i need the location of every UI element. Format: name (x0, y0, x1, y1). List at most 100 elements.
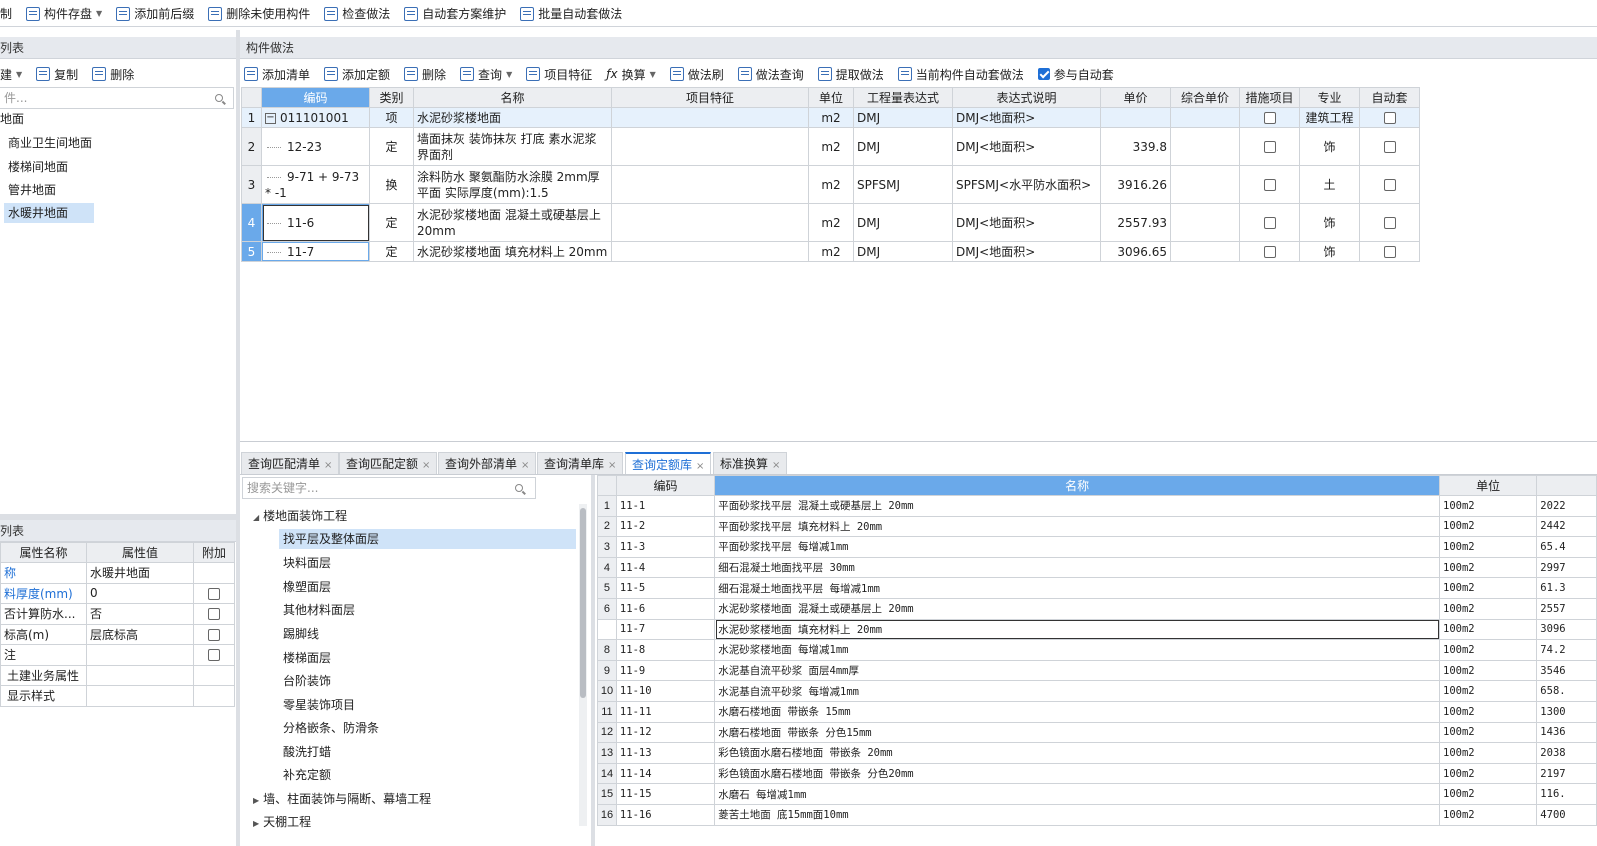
lib-unit[interactable]: 100m2 (1438, 680, 1538, 702)
measure-checkbox[interactable] (1263, 217, 1276, 229)
method-measure[interactable] (1239, 127, 1300, 166)
method-comp-price[interactable] (1170, 203, 1240, 242)
lib-tree-item[interactable]: 踢脚线 (279, 624, 319, 644)
method-expr-desc[interactable]: SPFSMJ<水平防水面积> (952, 165, 1101, 204)
lib-code[interactable]: 11-12 (615, 721, 716, 744)
lib-unit[interactable]: 100m2 (1438, 618, 1538, 641)
lib-code[interactable]: 11-15 (615, 783, 716, 805)
col-specialty[interactable]: 专业 (1299, 87, 1360, 108)
lib-row[interactable]: 11 11-11 水磨石楼地面 带嵌条 15mm 100m2 1300 (597, 700, 1597, 723)
method-name[interactable]: 涂料防水 聚氨酯防水涂膜 2mm厚 平面 实际厚度(mm):1.5 (413, 165, 612, 204)
tab-match-quota[interactable]: 查询匹配定额 × (339, 452, 438, 474)
lib-row[interactable]: 2 11-2 平面砂浆找平层 填充材料上 20mm 100m2 2442 (597, 515, 1597, 538)
delete-component-button[interactable]: 删除 (88, 63, 138, 85)
collapse-icon[interactable]: − (265, 112, 276, 124)
method-type[interactable]: 定 (369, 203, 414, 242)
lib-row[interactable]: 1 11-1 平面砂浆找平层 混凝土或硬基层上 20mm 100m2 2022 (597, 495, 1597, 517)
method-auto[interactable] (1359, 241, 1420, 262)
col-expr-desc[interactable]: 表达式说明 (952, 87, 1101, 108)
lib-code[interactable]: 11-10 (615, 680, 716, 702)
lib-unit[interactable]: 100m2 (1438, 783, 1538, 805)
measure-checkbox[interactable] (1263, 179, 1276, 191)
lib-row[interactable]: 13 11-13 彩色镜面水磨石楼地面 带嵌条 20mm 100m2 2038 (597, 742, 1597, 764)
convert-button[interactable]: ƒx 换算 ▼ (602, 63, 660, 85)
method-specialty[interactable]: 建筑工程 (1299, 107, 1360, 128)
property-value[interactable]: 否 (86, 603, 194, 625)
property-value[interactable]: 水暖井地面 (86, 562, 194, 584)
lib-unit[interactable]: 100m2 (1438, 639, 1538, 661)
col-expr[interactable]: 工程量表达式 (853, 87, 953, 108)
col-unit[interactable]: 单位 (808, 87, 854, 108)
lib-code[interactable]: 11-7 (615, 618, 716, 641)
method-row[interactable]: 4 11-6 定水泥砂浆楼地面 混凝土或硬基层上 20mm m2 DMJ DMJ<地面积>… (241, 203, 1420, 242)
tab-external-bill[interactable]: 查询外部清单 × (438, 452, 537, 474)
lib-tree-item[interactable]: 零星装饰项目 (279, 695, 355, 715)
method-feature[interactable] (611, 107, 809, 128)
lib-name[interactable]: 菱苦土地面 底15mm面10mm (714, 803, 1440, 826)
delete-method-button[interactable]: 删除 (400, 63, 450, 85)
method-specialty[interactable]: 饰 (1299, 127, 1360, 166)
method-auto[interactable] (1359, 203, 1420, 242)
method-name[interactable]: 水泥砂浆楼地面 混凝土或硬基层上 20mm (413, 203, 612, 242)
batch-auto-button[interactable]: 批量自动套做法 (516, 3, 626, 25)
tree-item-plumbing-shaft-floor[interactable]: 水暖井地面 (4, 203, 94, 223)
method-comp-price[interactable] (1170, 165, 1240, 204)
lib-row[interactable]: 9 11-9 水泥基自流平砂浆 面层4mm厚 100m2 3546 (597, 659, 1597, 682)
lib-name[interactable]: 水磨石 每增减1mm (714, 783, 1440, 805)
lib-tree-item[interactable]: 分格嵌条、防滑条 (279, 718, 379, 738)
lib-price[interactable]: 3546 (1536, 659, 1597, 682)
lib-unit[interactable]: 100m2 (1438, 742, 1538, 764)
lib-row[interactable]: 8 11-8 水泥砂浆楼地面 每增减1mm 100m2 74.2 (597, 639, 1597, 661)
col-code[interactable]: 编码 (261, 87, 370, 108)
method-auto[interactable] (1359, 165, 1420, 204)
lib-col-code[interactable]: 编码 (615, 475, 716, 496)
lib-code[interactable]: 11-5 (615, 577, 716, 599)
method-type[interactable]: 定 (369, 241, 414, 262)
tab-quota-library[interactable]: 查询定额库 × (625, 452, 712, 474)
method-name[interactable]: 水泥砂浆楼地面 填充材料上 20mm (413, 241, 612, 262)
method-feature[interactable] (611, 165, 809, 204)
lib-row[interactable]: 3 11-3 平面砂浆找平层 每增减1mm 100m2 65.4 (597, 536, 1597, 558)
lib-row-number[interactable]: 16 (597, 803, 617, 826)
lib-price[interactable]: 3096 (1536, 618, 1597, 641)
method-code[interactable]: −011101001 (261, 107, 370, 128)
lib-price[interactable]: 2197 (1536, 762, 1597, 785)
participate-auto-checkbox[interactable]: 参与自动套 (1034, 63, 1118, 85)
lib-price[interactable]: 2442 (1536, 515, 1597, 538)
lib-row-number[interactable]: 2 (597, 515, 617, 538)
tree-item-stair-floor[interactable]: 楼梯间地面 (4, 157, 72, 177)
lib-unit[interactable]: 100m2 (1438, 721, 1538, 744)
property-extra[interactable] (193, 644, 235, 666)
method-specialty[interactable]: 饰 (1299, 203, 1360, 242)
lib-code[interactable]: 11-4 (615, 556, 716, 579)
lib-row[interactable]: 6 11-6 水泥砂浆楼地面 混凝土或硬基层上 20mm 100m2 2557 (597, 597, 1597, 620)
col-feature[interactable]: 项目特征 (611, 87, 809, 108)
tree-root-floor[interactable]: 地面 (0, 109, 24, 129)
lib-row-number[interactable]: 11 (597, 700, 617, 723)
lib-tree-item[interactable]: 其他材料面层 (279, 600, 355, 620)
col-type[interactable]: 类别 (369, 87, 414, 108)
search-icon[interactable] (215, 94, 223, 102)
checkbox[interactable] (208, 608, 220, 621)
lib-row-number[interactable]: 7 (597, 618, 617, 641)
lib-name[interactable]: 水磨石楼地面 带嵌条 分色15mm (714, 721, 1440, 744)
method-measure[interactable] (1239, 203, 1300, 242)
lib-row-number[interactable]: 9 (597, 659, 617, 682)
method-measure[interactable] (1239, 107, 1300, 128)
lib-row[interactable]: 15 11-15 水磨石 每增减1mm 100m2 116. (597, 783, 1597, 805)
method-code[interactable]: 11-7 (261, 241, 370, 262)
close-icon[interactable]: × (324, 460, 332, 471)
lib-code[interactable]: 11-1 (615, 495, 716, 517)
component-search-input[interactable]: 件... (0, 87, 234, 109)
method-expr-desc[interactable]: DMJ<地面积> (952, 127, 1101, 166)
method-row[interactable]: 1−011101001 项水泥砂浆楼地面 m2 DMJ DMJ<地面积> 建筑工程 (241, 107, 1420, 128)
new-button[interactable]: 建 ▼ (0, 63, 26, 85)
lib-row-number[interactable]: 1 (597, 495, 617, 517)
col-comp-price[interactable]: 综合单价 (1170, 87, 1240, 108)
auto-checkbox[interactable] (1383, 141, 1396, 153)
property-row[interactable]: 注 (0, 644, 235, 666)
expand-arrow-icon[interactable]: ◢ (253, 513, 259, 522)
lib-name[interactable]: 细石混凝土地面找平层 每增减1mm (714, 577, 1440, 599)
auto-scheme-button[interactable]: 自动套方案维护 (400, 3, 510, 25)
method-price[interactable]: 3916.26 (1100, 165, 1171, 204)
